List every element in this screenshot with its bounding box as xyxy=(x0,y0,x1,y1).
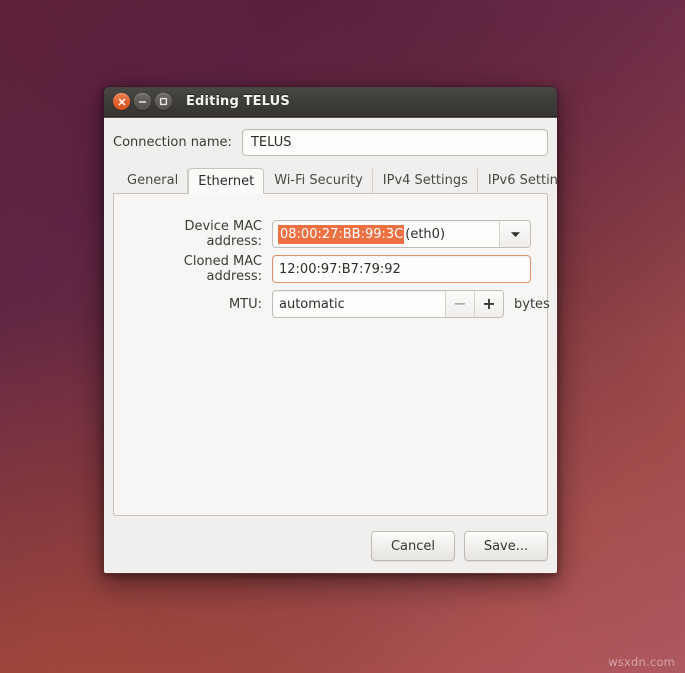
cloned-mac-label: Cloned MAC address: xyxy=(183,254,262,284)
tab-ethernet[interactable]: Ethernet xyxy=(188,168,265,194)
device-mac-selected-text: 08:00:27:BB:99:3C xyxy=(278,224,405,244)
save-button[interactable]: Save... xyxy=(464,531,548,561)
connection-name-value: TELUS xyxy=(250,134,292,150)
ethernet-tab-panel: Device MAC address: 08:00:27:BB:99:3C (et… xyxy=(113,193,550,516)
cloned-mac-value: 12:00:97:B7:79:92 xyxy=(279,261,401,277)
window-titlebar[interactable]: Editing TELUS xyxy=(104,87,557,117)
device-mac-suffix-text: (eth0) xyxy=(405,226,446,242)
mtu-value-text: automatic xyxy=(279,296,345,312)
tab-ethernet-label: Ethernet xyxy=(198,174,255,189)
tab-ipv4-settings[interactable]: IPv4 Settings xyxy=(373,167,478,193)
mtu-decrement-label: − xyxy=(453,294,467,313)
mtu-spinner[interactable]: automatic − + xyxy=(272,290,504,318)
maximize-icon[interactable] xyxy=(155,93,172,110)
mtu-input[interactable]: automatic xyxy=(273,291,445,317)
tab-general-label: General xyxy=(127,173,179,188)
tab-general[interactable]: General xyxy=(117,167,189,193)
plus-icon[interactable]: + xyxy=(474,291,503,317)
device-mac-combobox[interactable]: 08:00:27:BB:99:3C (eth0) xyxy=(272,220,531,248)
tab-wifi-security[interactable]: Wi-Fi Security xyxy=(264,167,373,193)
window-title: Editing TELUS xyxy=(186,94,290,109)
cancel-button[interactable]: Cancel xyxy=(371,531,455,561)
close-icon[interactable] xyxy=(113,93,130,110)
cancel-button-label: Cancel xyxy=(390,538,436,554)
tab-ipv6-settings-label: IPv6 Settings xyxy=(487,173,558,188)
cloned-mac-input[interactable]: 12:00:97:B7:79:92 xyxy=(272,255,531,283)
device-mac-input[interactable]: 08:00:27:BB:99:3C (eth0) xyxy=(273,221,499,247)
dialog-action-bar: Cancel Save... xyxy=(104,525,557,573)
device-mac-row: Device MAC address: 08:00:27:BB:99:3C (et… xyxy=(126,219,531,249)
device-mac-label: Device MAC address: xyxy=(184,219,262,249)
tab-ipv6-settings[interactable]: IPv6 Settings xyxy=(478,167,558,193)
mtu-label: MTU: xyxy=(228,296,262,312)
minimize-icon[interactable] xyxy=(134,93,151,110)
connection-name-row: Connection name: TELUS xyxy=(113,128,548,156)
editing-connection-dialog: Editing TELUS Connection name: TELUS Gen… xyxy=(103,86,558,574)
dialog-body: Connection name: TELUS General Ethernet … xyxy=(104,117,557,525)
chevron-down-icon[interactable] xyxy=(499,221,530,247)
tab-wifi-security-label: Wi-Fi Security xyxy=(274,173,363,188)
connection-name-label: Connection name: xyxy=(113,134,232,150)
connection-name-input[interactable]: TELUS xyxy=(241,128,548,156)
mtu-units-label: bytes xyxy=(514,296,550,312)
cloned-mac-row: Cloned MAC address: 12:00:97:B7:79:92 xyxy=(126,254,531,284)
tab-strip: General Ethernet Wi-Fi Security IPv4 Set… xyxy=(113,167,557,194)
mtu-row: MTU: automatic − + bytes xyxy=(126,290,550,318)
tab-ipv4-settings-label: IPv4 Settings xyxy=(382,173,468,188)
minus-icon[interactable]: − xyxy=(445,291,474,317)
watermark: wsxdn.com xyxy=(608,655,675,669)
mtu-increment-label: + xyxy=(482,294,496,313)
save-button-label: Save... xyxy=(483,538,529,554)
